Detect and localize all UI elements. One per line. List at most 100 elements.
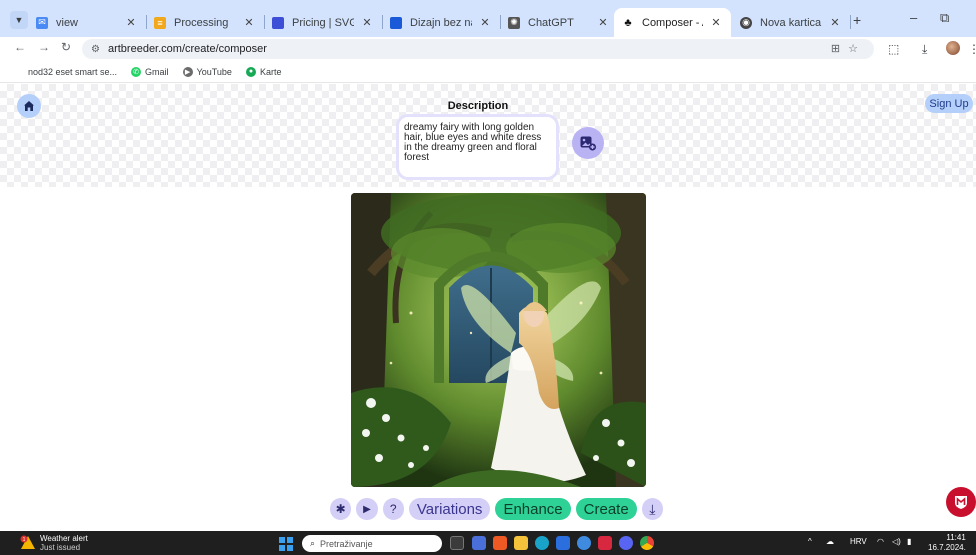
translate-and-star-icons[interactable]: ⊞☆ (831, 42, 866, 55)
variations-button[interactable]: Variations (408, 498, 491, 520)
task-view-icon[interactable] (450, 536, 464, 550)
home-button[interactable] (17, 94, 41, 118)
tab-label: Dizajn bez naslova – (410, 16, 472, 29)
start-tile (287, 537, 293, 543)
close-icon[interactable]: ✕ (709, 16, 723, 29)
close-icon[interactable]: ✕ (360, 16, 374, 29)
onedrive-icon[interactable]: ☁ (826, 537, 834, 546)
search-icon: ⌕ (310, 538, 316, 548)
battery-icon[interactable]: ▮ (907, 537, 911, 546)
browser-tab-active[interactable]: ♣ Composer - Artbree ✕ (614, 8, 731, 37)
tab-label: Nova kartica (760, 16, 822, 29)
download-button[interactable]: ⤓ (641, 498, 663, 520)
browser-tab[interactable]: Dizajn bez naslova – ✕ (382, 8, 501, 37)
add-image-button[interactable] (572, 127, 604, 159)
tab-label: Composer - Artbree (642, 16, 703, 29)
chatgpt-icon: ✺ (508, 16, 520, 29)
edge-icon[interactable] (535, 536, 549, 550)
mcafee-taskbar-icon[interactable] (598, 536, 612, 550)
description-textarea[interactable]: dreamy fairy with long golden hair, blue… (396, 114, 559, 180)
bookmarks-bar: nod32 eset smart se... ✆ Gmail ▶ YouTube… (0, 61, 976, 83)
menu-icon[interactable]: ⋮ (968, 42, 976, 56)
add-image-icon (580, 136, 596, 151)
back-arrow-icon[interactable]: ← (14, 40, 26, 54)
maps-icon: ● (245, 66, 256, 77)
create-button[interactable]: Create (575, 498, 637, 520)
svgio-icon (272, 16, 284, 29)
fairy-forest-illustration (351, 193, 646, 487)
bookmark-icon (14, 66, 24, 77)
extensions-icon[interactable]: ⬚ (888, 42, 899, 56)
composer-page: Sign Up Description dreamy fairy with lo… (0, 84, 976, 531)
settings-button[interactable]: ✱ (330, 498, 352, 520)
taskbar-search[interactable]: ⌕ Pretraživanje (302, 535, 442, 552)
site-info-icon[interactable]: ⚙ (91, 44, 100, 55)
brave-icon[interactable] (493, 536, 507, 550)
download-icon[interactable]: ⤓ (922, 42, 927, 57)
enhance-button[interactable]: Enhance (495, 498, 571, 520)
close-icon[interactable]: ✕ (828, 16, 842, 29)
weather-widget[interactable]: 1 Weather alert Just issued (20, 534, 88, 552)
reload-icon[interactable]: ↻ (61, 40, 71, 54)
store-icon[interactable] (556, 536, 570, 550)
tab-label: ChatGPT (528, 16, 574, 29)
restore-button[interactable]: ⧉ (940, 10, 949, 26)
language-indicator[interactable]: HRV (850, 537, 867, 546)
browser-tab-strip: ▼ ✉ view ✕ ≡ Processing ✕ Pricing | SVG.… (0, 0, 976, 37)
close-icon[interactable]: ✕ (242, 16, 256, 29)
close-icon[interactable]: ✕ (124, 16, 138, 29)
weather-alert-icon: 1 (20, 535, 35, 549)
windows-start-button[interactable] (279, 537, 293, 551)
volume-icon[interactable]: ◁) (892, 537, 901, 546)
help-button[interactable]: ? (382, 498, 404, 520)
mcafee-shield-icon (955, 496, 967, 509)
bookmark-item[interactable]: nod32 eset smart se... (14, 66, 117, 77)
description-title: Description (447, 100, 509, 112)
artbreeder-icon: ♣ (624, 16, 632, 29)
tab-search-button[interactable]: ▼ (10, 11, 28, 29)
system-clock[interactable]: 11:41 16.7.2024. (928, 533, 966, 553)
bookmark-item[interactable]: ▶ YouTube (182, 66, 232, 77)
app-icon[interactable] (577, 536, 591, 550)
browser-toolbar: ← → ↻ ⚙ artbreeder.com/create/composer ⊞… (0, 37, 976, 61)
bookmark-label: Gmail (145, 66, 169, 77)
weather-title: Weather alert (40, 534, 88, 543)
chevron-up-icon[interactable]: ^ (808, 537, 812, 546)
close-icon[interactable]: ✕ (596, 16, 610, 29)
mail-icon: ✉ (36, 16, 48, 29)
file-explorer-icon[interactable] (514, 536, 528, 550)
browser-tab[interactable]: ≡ Processing ✕ (146, 8, 265, 37)
sign-up-button[interactable]: Sign Up (925, 94, 973, 113)
clock-date: 16.7.2024. (928, 543, 966, 552)
address-bar[interactable]: ⚙ artbreeder.com/create/composer ⊞☆ (82, 39, 874, 59)
browser-tab[interactable]: ✺ ChatGPT ✕ (500, 8, 618, 37)
teams-icon[interactable] (472, 536, 486, 550)
search-placeholder: Pretraživanje (320, 538, 373, 549)
youtube-icon: ▶ (182, 66, 193, 77)
tab-label: Processing (174, 16, 229, 29)
mcafee-badge[interactable] (946, 487, 976, 517)
wifi-icon[interactable]: ◠ (877, 537, 884, 546)
close-icon[interactable]: ✕ (478, 16, 492, 29)
bookmark-label: YouTube (196, 66, 232, 77)
minimize-button[interactable]: – (910, 10, 917, 25)
tab-label: view (56, 16, 79, 29)
url-text[interactable]: artbreeder.com/create/composer (108, 43, 267, 55)
forward-arrow-icon[interactable]: → (38, 40, 50, 54)
bookmark-item[interactable]: ✆ Gmail (131, 66, 169, 77)
help-icon: ? (389, 502, 397, 516)
alert-count-badge: 1 (23, 537, 26, 543)
composer-toolbar: ✱ ▶ ? Variations Enhance Create ⤓ (326, 494, 668, 524)
generated-image[interactable] (351, 193, 646, 487)
new-tab-button[interactable]: + (853, 12, 861, 28)
browser-tab[interactable]: ◉ Nova kartica ✕ (732, 8, 851, 37)
gear-icon: ✱ (335, 502, 346, 516)
browser-tab[interactable]: ✉ view ✕ (28, 8, 147, 37)
whatsapp-icon: ✆ (131, 66, 142, 77)
discord-icon[interactable] (619, 536, 633, 550)
profile-avatar[interactable] (946, 41, 960, 55)
browser-tab[interactable]: Pricing | SVG.io ✕ (264, 8, 383, 37)
chrome-taskbar-icon[interactable] (640, 536, 654, 550)
play-button[interactable]: ▶ (356, 498, 378, 520)
bookmark-item[interactable]: ● Karte (245, 66, 281, 77)
